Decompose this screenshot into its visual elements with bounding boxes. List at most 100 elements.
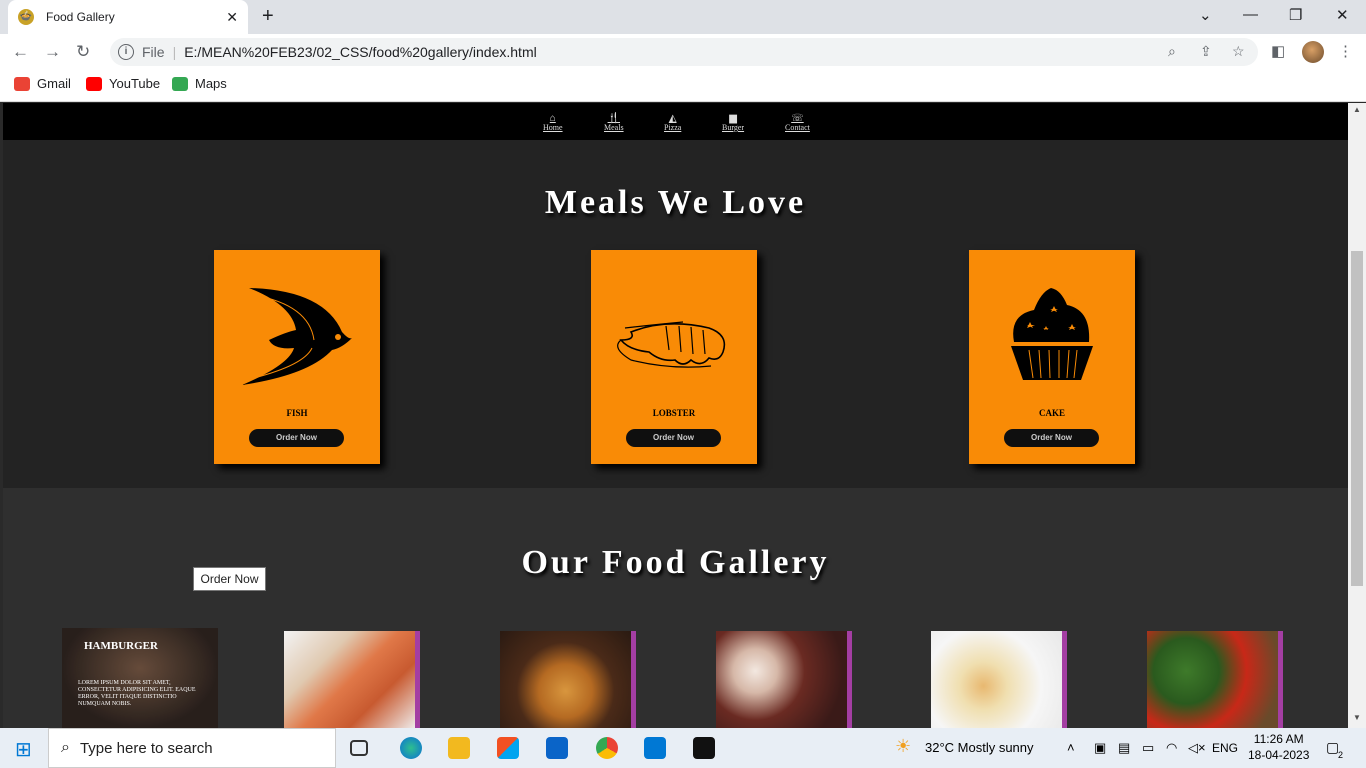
home-icon: ⌂ xyxy=(549,113,556,124)
order-now-tooltip: Order Now xyxy=(193,567,266,591)
tab-title: Food Gallery xyxy=(46,10,115,24)
zoom-icon[interactable]: ⌕ xyxy=(1168,43,1176,60)
store-icon[interactable] xyxy=(497,737,519,759)
bookmark-label: Maps xyxy=(195,76,227,91)
nav-item-meals[interactable]: 🍴 Meals xyxy=(604,113,624,133)
close-window-button[interactable]: ✕ xyxy=(1336,6,1349,24)
site-navbar: ⌂ Home 🍴 Meals ◭ Pizza ▆ Burger ☏ Contact xyxy=(3,103,1348,140)
search-placeholder: Type here to search xyxy=(79,739,213,757)
pancakes-image[interactable] xyxy=(500,631,636,728)
meal-label: LOBSTER xyxy=(652,408,696,418)
nav-label: Meals xyxy=(604,123,624,132)
hamburger-text: LOREM IPSUM DOLOR SIT AMET, CONSECTETUR … xyxy=(78,680,196,707)
nav-label: Home xyxy=(543,123,563,132)
scrollbar-thumb[interactable] xyxy=(1351,251,1363,586)
weather-text[interactable]: 32°C Mostly sunny xyxy=(925,740,1034,755)
meal-card-fish: FISH Order Now xyxy=(214,250,380,464)
minimize-button[interactable]: — xyxy=(1243,6,1258,23)
gmail-icon xyxy=(14,76,30,91)
order-now-button[interactable]: Order Now xyxy=(1004,429,1099,447)
language-indicator[interactable]: ENG xyxy=(1212,741,1238,755)
cupcake-icon xyxy=(1011,288,1093,380)
forward-button[interactable]: → xyxy=(44,42,61,62)
tab-strip: 🍲 Food Gallery ✕ + ⌄ — ❐ ✕ xyxy=(0,0,1366,34)
tray-overflow-icon[interactable]: ˄ xyxy=(1067,740,1075,755)
vscode-icon[interactable] xyxy=(644,737,666,759)
share-icon[interactable]: ⇪ xyxy=(1200,43,1212,60)
fish-icon xyxy=(242,288,352,385)
new-tab-button[interactable]: + xyxy=(262,5,274,28)
windows-start-icon[interactable]: ⊞ xyxy=(15,737,32,762)
mail-icon[interactable] xyxy=(546,737,568,759)
meals-title: Meals We Love xyxy=(544,184,807,221)
taskbar-search[interactable]: ⌕ Type here to search xyxy=(48,728,336,768)
meal-label: CAKE xyxy=(1038,408,1065,418)
bookmark-label: YouTube xyxy=(109,76,161,91)
volume-icon[interactable]: ◁× xyxy=(1188,740,1206,756)
wifi-icon[interactable]: ◠ xyxy=(1166,740,1177,756)
bookmark-youtube[interactable]: YouTube xyxy=(86,76,160,91)
clock[interactable]: 11:26 AM 18-04-2023 xyxy=(1248,731,1309,763)
bookmark-maps[interactable]: Maps xyxy=(172,76,227,91)
toast-image[interactable] xyxy=(931,631,1067,728)
burger-icon: ▆ xyxy=(729,113,737,124)
cutlery-icon: 🍴 xyxy=(607,113,620,124)
youtube-icon xyxy=(86,76,102,91)
order-now-button[interactable]: Order Now xyxy=(249,429,344,447)
time: 11:26 AM xyxy=(1253,732,1304,746)
shrimp-image[interactable] xyxy=(284,631,420,728)
device-icon[interactable]: ▤ xyxy=(1118,740,1130,756)
edge-icon[interactable] xyxy=(400,737,422,759)
nav-item-contact[interactable]: ☏ Contact xyxy=(785,113,810,133)
date: 18-04-2023 xyxy=(1248,748,1310,762)
file-explorer-icon[interactable] xyxy=(448,737,470,759)
lobster-icon xyxy=(617,321,726,368)
bookmark-label: Gmail xyxy=(37,76,71,91)
reload-button[interactable]: ↻ xyxy=(76,42,90,62)
cupcakes-image[interactable] xyxy=(716,631,852,728)
vegetables-image[interactable] xyxy=(1147,631,1283,728)
contact-icon: ☏ xyxy=(791,113,804,124)
favicon-icon: 🍲 xyxy=(18,9,34,25)
search-icon: ⌕ xyxy=(61,739,70,756)
order-now-button[interactable]: Order Now xyxy=(626,429,721,447)
menu-icon[interactable]: ⋮ xyxy=(1338,42,1353,60)
page-viewport: ⌂ Home 🍴 Meals ◭ Pizza ▆ Burger ☏ Contact Mea… xyxy=(3,103,1348,728)
tab-close-icon[interactable]: ✕ xyxy=(226,9,238,26)
page-scrollbar[interactable]: ▲ ▼ xyxy=(1348,103,1366,728)
info-icon[interactable]: i xyxy=(118,44,134,60)
meet-icon[interactable]: ▣ xyxy=(1094,740,1106,756)
address-bar[interactable]: i File | E:/MEAN%20FEB23/02_CSS/food%20g… xyxy=(110,38,1258,66)
weather-icon: ☀ xyxy=(895,736,912,756)
browser-tab[interactable]: 🍲 Food Gallery ✕ xyxy=(8,0,248,34)
terminal-icon[interactable] xyxy=(693,737,715,759)
pizza-icon: ◭ xyxy=(668,113,677,124)
hamburger-card[interactable]: HAMBURGER LOREM IPSUM DOLOR SIT AMET, CO… xyxy=(62,628,218,728)
nav-item-burger[interactable]: ▆ Burger xyxy=(722,113,744,133)
avatar[interactable] xyxy=(1302,41,1324,63)
side-panel-icon[interactable]: ◧ xyxy=(1271,42,1285,60)
taskbar: ⊞ ⌕ Type here to search ☀ 32°C Mostly su… xyxy=(0,728,1366,768)
gallery-section: Our Food Gallery HAMBURGER LOREM IPSUM D… xyxy=(3,488,1348,728)
chrome-icon[interactable] xyxy=(596,737,618,759)
notification-count: 2 xyxy=(1338,750,1344,760)
nav-item-pizza[interactable]: ◭ Pizza xyxy=(664,113,682,133)
meals-section: Meals We Love FISH Order Now LOBSTER Ord… xyxy=(3,140,1348,488)
bookmark-star-icon[interactable]: ☆ xyxy=(1232,43,1245,60)
battery-icon[interactable]: ▭ xyxy=(1142,740,1154,756)
nav-label: Contact xyxy=(785,123,810,132)
nav-label: Pizza xyxy=(664,123,682,132)
scroll-up-icon[interactable]: ▲ xyxy=(1353,105,1361,114)
url-text[interactable]: E:/MEAN%20FEB23/02_CSS/food%20gallery/in… xyxy=(184,44,537,60)
divider: | xyxy=(172,44,177,60)
back-button[interactable]: ← xyxy=(12,42,29,62)
meal-card-cake: CAKE Order Now xyxy=(969,250,1135,464)
nav-item-home[interactable]: ⌂ Home xyxy=(543,113,563,133)
bookmark-gmail[interactable]: Gmail xyxy=(14,76,71,91)
scroll-down-icon[interactable]: ▼ xyxy=(1353,713,1361,722)
task-view-icon[interactable] xyxy=(350,740,368,756)
meal-card-lobster: LOBSTER Order Now xyxy=(591,250,757,464)
bookmarks-bar: Gmail YouTube Maps xyxy=(0,70,1366,102)
restore-button[interactable]: ❐ xyxy=(1289,6,1302,24)
tab-search-icon[interactable]: ⌄ xyxy=(1199,6,1212,24)
